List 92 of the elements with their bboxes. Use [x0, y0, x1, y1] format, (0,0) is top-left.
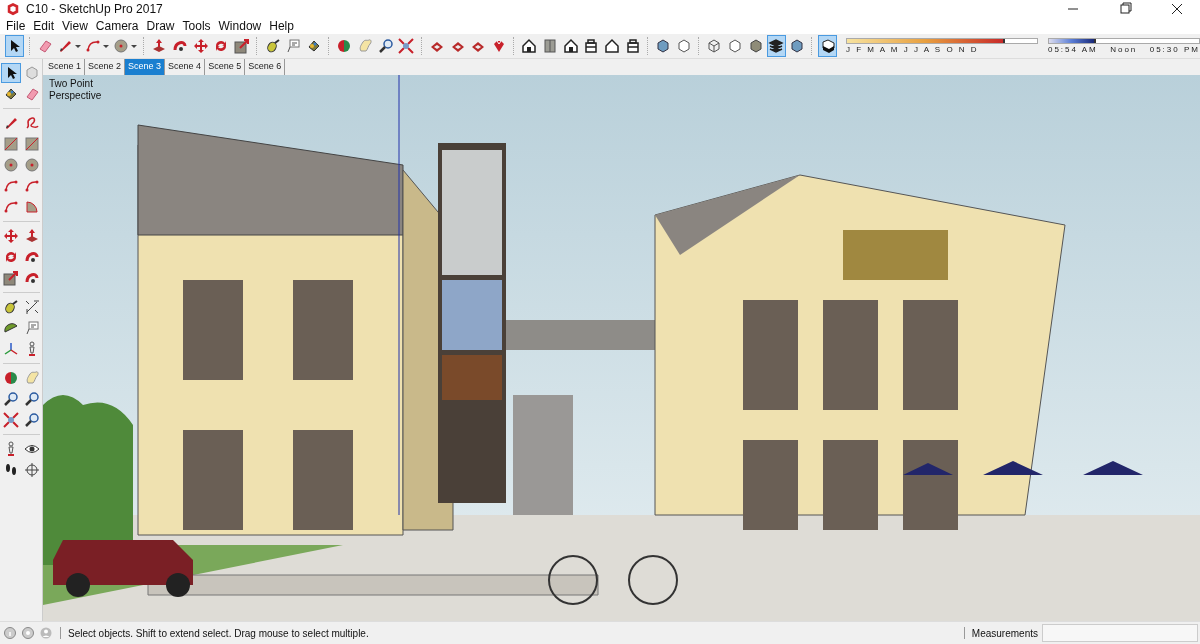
cube-solid-icon [747, 38, 764, 54]
extents-icon [3, 412, 19, 428]
cross-arrows-icon [3, 228, 19, 244]
measurements-field[interactable] [1042, 624, 1198, 642]
menu-item[interactable]: Edit [29, 19, 59, 33]
house-box-icon [624, 38, 641, 54]
rectangle-icon [3, 136, 19, 152]
orbit-icon [3, 370, 19, 386]
menu-item[interactable]: Draw [142, 19, 179, 33]
menu-item[interactable]: Tools [178, 19, 215, 33]
info-icon[interactable] [3, 626, 17, 640]
cube-shaded-icon [789, 38, 806, 54]
camera-label: Two Point Perspective [49, 78, 103, 102]
cube-outline-icon [675, 38, 692, 54]
arc-icon [3, 199, 19, 215]
scale-tool-button[interactable] [1, 268, 21, 288]
arc-icon [3, 178, 19, 194]
house-icon [521, 38, 538, 54]
extents-icon [398, 38, 415, 54]
magnifier-icon [24, 412, 40, 428]
menu-item[interactable]: View [58, 19, 92, 33]
crosshair-icon [24, 462, 40, 478]
swirl-icon [24, 249, 40, 265]
credits-icon[interactable] [21, 626, 35, 640]
extents-tool-button[interactable] [1, 410, 21, 430]
circle-tool-button[interactable] [1, 155, 21, 175]
house-icon [562, 38, 579, 54]
label-icon [285, 38, 302, 54]
pie-icon [24, 199, 40, 215]
circle-icon [3, 157, 19, 173]
dimension-icon [24, 299, 40, 315]
tape-icon [264, 38, 281, 54]
cursor-tool-button[interactable] [5, 35, 24, 57]
swirl-icon [24, 270, 40, 286]
arc-icon [24, 178, 40, 194]
caret-icon [131, 44, 138, 48]
cube-shaded-icon [655, 38, 672, 54]
axes-icon [3, 341, 19, 357]
cube-wire-icon [706, 38, 723, 54]
time-slider[interactable] [1047, 38, 1200, 44]
bucket-icon [3, 86, 19, 102]
box-icon [24, 65, 40, 81]
scale-icon [3, 270, 19, 286]
magnifier-icon [24, 391, 40, 407]
menu-item[interactable]: Help [265, 19, 298, 33]
caret-icon [75, 44, 82, 48]
footprints-icon [3, 462, 19, 478]
rectangle-icon [24, 136, 40, 152]
circle-icon [24, 157, 40, 173]
cube-stack-tool-button[interactable] [767, 35, 786, 57]
caret-icon [103, 44, 110, 48]
rectangle-tool-button[interactable] [22, 134, 42, 154]
rectangle-tool-button[interactable] [1, 134, 21, 154]
scale-icon [234, 38, 250, 54]
sunrise-time: 05:54 AM [1047, 45, 1098, 54]
tape-icon [3, 299, 19, 315]
magnifier-icon [377, 38, 394, 54]
noon-label: Noon [1110, 45, 1138, 54]
arc-icon [85, 38, 102, 54]
scene-tab[interactable]: Scene 3 [125, 59, 166, 75]
pencil-icon [3, 115, 19, 131]
squiggle-icon [24, 115, 40, 131]
rotate-icon [3, 249, 19, 265]
sunset-time: 05:30 PM [1149, 45, 1200, 54]
house-box-icon [583, 38, 600, 54]
cube-outline-icon [727, 38, 744, 54]
window-title: C10 - SketchUp Pro 2017 [26, 2, 163, 16]
house-outline-icon [604, 38, 621, 54]
pencil-icon [57, 38, 74, 54]
date-slider[interactable] [845, 38, 1038, 44]
swirl-icon [172, 38, 188, 54]
status-hint: Select objects. Shift to extend select. Drag mouse to select multiple. [68, 627, 369, 639]
protractor-icon [3, 320, 19, 336]
cursor-tool-button[interactable] [1, 63, 21, 83]
label-icon [24, 320, 40, 336]
circle-tool-button[interactable] [22, 155, 42, 175]
cube-stack-icon [768, 38, 785, 54]
magnifier-icon [3, 391, 19, 407]
orbit-icon [336, 38, 353, 54]
menu-item[interactable]: File [2, 19, 30, 33]
menu-item[interactable]: Camera [91, 19, 143, 33]
cross-arrows-icon [192, 38, 209, 54]
cabinet-icon [542, 38, 559, 54]
crosshair-tool-button[interactable] [22, 460, 42, 480]
pyramid-icon [24, 228, 40, 244]
circle-icon [113, 38, 130, 54]
shadow-cube-tool-button[interactable] [818, 35, 837, 57]
menu-item[interactable]: Window [214, 19, 266, 33]
shadow-cube-icon [819, 38, 836, 54]
measurements-label: Measurements [971, 627, 1038, 639]
eraser-icon [24, 86, 40, 102]
month-labels: J F M A M J J A S O N D [845, 45, 980, 54]
